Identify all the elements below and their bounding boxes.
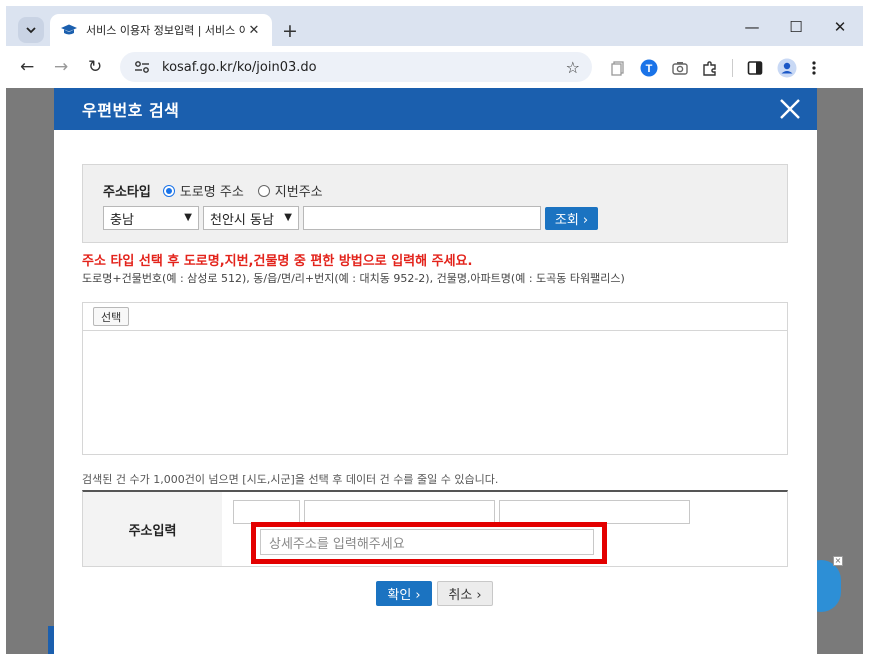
province-select-value: 충남 (110, 212, 134, 228)
search-instruction: 주소 타입 선택 후 도로명,지번,건물명 중 편한 방법으로 입력해 주세요. (82, 254, 473, 269)
chevron-down-icon (26, 27, 36, 34)
forward-arrow-icon[interactable]: → (54, 57, 68, 77)
road-address-radio[interactable] (162, 184, 175, 197)
lot-address-radio[interactable] (257, 184, 270, 197)
url-text: kosaf.go.kr/ko/join03.do (162, 59, 317, 75)
translate-extension-icon[interactable]: T (640, 59, 658, 77)
address-type-label: 주소타입 (103, 185, 151, 200)
cancel-button[interactable]: 취소 › (437, 581, 493, 606)
close-window-button[interactable]: ✕ (829, 18, 851, 36)
puzzle-extensions-icon[interactable] (702, 60, 718, 76)
site-settings-icon[interactable] (132, 60, 152, 74)
road-address-field[interactable] (304, 500, 495, 524)
address-bar[interactable]: kosaf.go.kr/ko/join03.do ☆ (120, 52, 592, 82)
copy-icon[interactable] (610, 60, 626, 76)
side-panel-icon[interactable] (747, 60, 763, 76)
close-icon[interactable] (777, 96, 803, 122)
confirm-button[interactable]: 확인 › (376, 581, 432, 606)
search-examples: 도로명+건물번호(예 : 삼성로 512), 동/읍/면/리+번지(예 : 대치… (82, 272, 625, 285)
search-panel: 주소타입 도로명 주소 지번주소 충남 ▼ 천안시 동남 ▼ 조회 › (82, 164, 788, 243)
city-select-value: 천안시 동남 (210, 212, 274, 228)
svg-text:T: T (646, 63, 653, 75)
tab-close-icon[interactable]: ✕ (246, 22, 262, 38)
address-input-section: 주소입력 상세주소를 입력해주세요 (82, 490, 788, 567)
profile-avatar-icon[interactable] (777, 58, 797, 78)
chevron-down-icon: ▼ (284, 212, 292, 223)
address-input-label: 주소입력 (83, 492, 222, 566)
camera-icon[interactable] (672, 61, 688, 75)
chevron-down-icon: ▼ (184, 212, 192, 223)
toolbar-divider (732, 59, 733, 77)
highlight-frame (251, 522, 607, 564)
zipcode-field[interactable] (233, 500, 300, 524)
lot-address-option-label[interactable]: 지번주소 (275, 181, 323, 200)
dialog-buttons: 확인 › 취소 › (376, 581, 493, 606)
extra-address-field[interactable] (499, 500, 690, 524)
zipcode-search-modal: 우편번호 검색 주소타입 도로명 주소 지번주소 충남 ▼ 천안시 동남 ▼ 조… (54, 88, 817, 654)
province-select[interactable]: 충남 ▼ (103, 206, 199, 230)
reload-icon[interactable]: ↻ (88, 57, 102, 77)
search-input-row: 충남 ▼ 천안시 동남 ▼ 조회 › (103, 206, 598, 230)
extension-icons: T (610, 58, 817, 78)
window-controls: — ☐ ✕ (741, 18, 851, 36)
browser-tab[interactable]: 서비스 이용자 정보입력 | 서비스 이용 ✕ (50, 14, 272, 46)
city-select[interactable]: 천안시 동남 ▼ (203, 206, 299, 230)
maximize-button[interactable]: ☐ (785, 18, 807, 36)
graduation-cap-icon (61, 24, 77, 35)
modal-title: 우편번호 검색 (82, 101, 180, 120)
search-results-panel: 선택 (82, 302, 788, 455)
back-arrow-icon[interactable]: ← (20, 57, 34, 77)
tab-search-button[interactable] (18, 17, 44, 43)
search-button[interactable]: 조회 › (545, 206, 598, 230)
results-limit-hint: 검색된 건 수가 1,000건이 넘으면 [시도,시군]을 선택 후 데이터 건… (82, 473, 499, 486)
road-address-option-label[interactable]: 도로명 주소 (180, 181, 244, 200)
select-result-button[interactable]: 선택 (93, 307, 130, 326)
minimize-button[interactable]: — (741, 18, 763, 36)
browser-toolbar: ← → ↻ kosaf.go.kr/ko/join03.do ☆ T (6, 46, 863, 88)
results-header: 선택 (83, 303, 787, 331)
modal-header: 우편번호 검색 (54, 88, 817, 130)
address-type-row: 주소타입 도로명 주소 지번주소 (103, 181, 337, 200)
bookmark-star-icon[interactable]: ☆ (566, 58, 580, 77)
address-keyword-input[interactable] (303, 206, 541, 230)
new-tab-button[interactable]: + (282, 20, 298, 42)
chatbot-close-icon[interactable]: × (833, 556, 843, 566)
tab-strip: 서비스 이용자 정보입력 | 서비스 이용 ✕ + — ☐ ✕ (6, 6, 863, 46)
tab-title: 서비스 이용자 정보입력 | 서비스 이용 (86, 24, 246, 37)
more-menu-icon[interactable] (811, 60, 817, 76)
